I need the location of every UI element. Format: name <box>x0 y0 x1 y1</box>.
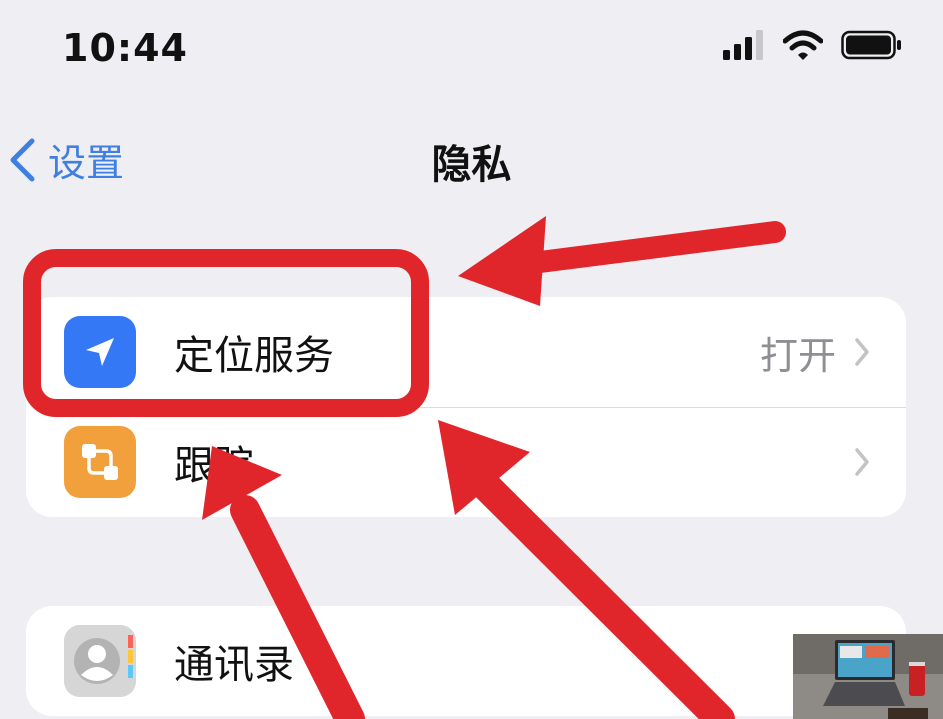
tracking-label: 跟踪 <box>174 443 254 489</box>
page-title: 隐私 <box>431 142 512 188</box>
location-services-label: 定位服务 <box>174 333 334 379</box>
tracking-icon <box>64 426 136 498</box>
status-icons <box>723 30 903 60</box>
tracking-row[interactable]: 跟踪 <box>26 407 906 517</box>
navigation-bar: 设置 隐私 <box>0 120 943 200</box>
arrow-right-top <box>458 216 786 306</box>
contacts-icon <box>64 625 136 697</box>
settings-group-1: 定位服务 打开 跟踪 <box>26 297 906 517</box>
location-services-value: 打开 <box>759 333 836 378</box>
status-bar: 10:44 <box>0 0 943 100</box>
cellular-signal-icon <box>723 30 763 60</box>
chevron-right-icon <box>855 448 869 476</box>
contacts-label: 通讯录 <box>174 642 294 688</box>
contacts-row[interactable]: 通讯录 <box>26 606 906 716</box>
settings-group-2: 通讯录 <box>26 606 906 716</box>
location-services-row[interactable]: 定位服务 打开 <box>26 297 906 407</box>
corner-thumbnail <box>793 634 943 719</box>
chevron-right-icon <box>855 338 869 366</box>
battery-icon <box>841 30 901 60</box>
status-time: 10:44 <box>62 26 188 70</box>
wifi-icon <box>783 30 823 60</box>
location-arrow-icon <box>64 316 136 388</box>
